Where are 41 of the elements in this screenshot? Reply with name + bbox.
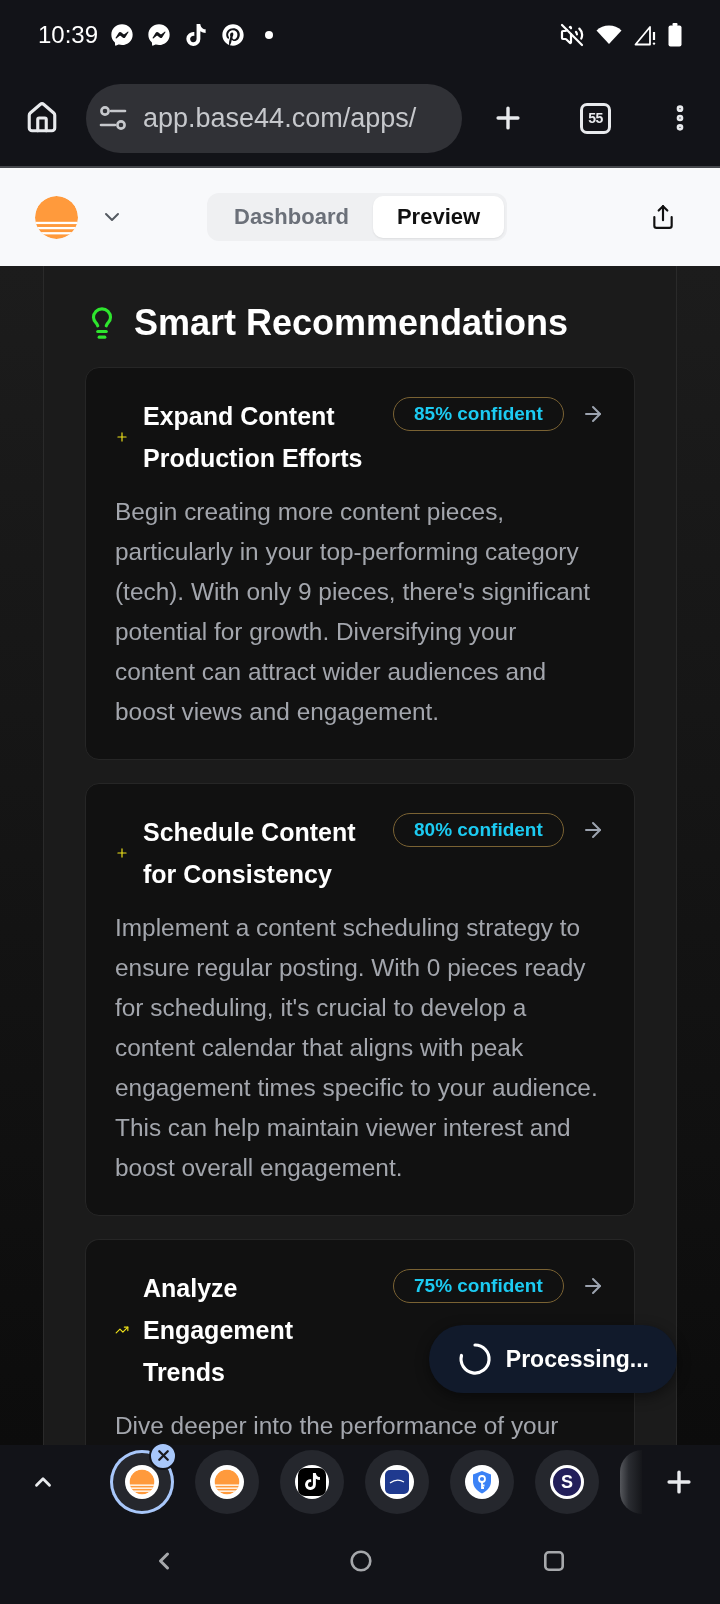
letter-logo: S [550, 1464, 584, 1499]
recommendation-title: Expand Content Production Efforts [143, 401, 364, 474]
address-bar[interactable]: app.base44.com/apps/ [86, 83, 462, 153]
battery-icon [668, 23, 682, 47]
chat-bubble-icon [148, 24, 171, 46]
recommendation-title: Schedule Content for Consistency [143, 817, 357, 890]
music-note-icon [295, 1464, 329, 1499]
pin-logo-icon [222, 24, 245, 46]
shield-key-icon [465, 1464, 499, 1499]
sunset-logo-icon [35, 195, 78, 239]
sunset-logo-icon [210, 1464, 244, 1499]
clock-time: 10:39 [38, 23, 99, 47]
tab-thumbnail[interactable] [110, 1449, 174, 1514]
view-tab[interactable]: Dashboard [210, 196, 373, 238]
section-title: Smart Recommendations [134, 301, 569, 345]
recommendation-description: Implement a content scheduling strategy to ensure regular posting. With 0 pieces ready for scheduling, it's crucial to develop a content calendar that aligns with peak engagement times specific to your audience. This can help maintain viewer interest and boost overall engagement. [115, 913, 599, 1183]
home-icon[interactable] [25, 101, 59, 135]
music-note-icon [185, 24, 208, 46]
plus-icon [115, 430, 129, 444]
recents-square-icon[interactable] [544, 1551, 564, 1571]
status-text: Processing... [505, 1345, 649, 1373]
share-icon[interactable] [650, 204, 676, 230]
tab-thumbnail[interactable]: S [535, 1449, 599, 1514]
wifi-icon [596, 25, 622, 45]
spinner-icon [457, 1342, 492, 1376]
signal-icon [634, 24, 656, 46]
dot-icon [265, 31, 274, 39]
mute-icon [560, 23, 584, 47]
sunset-logo-icon [125, 1464, 159, 1499]
recommendation-description: Begin creating more content pieces, particularly in your top-performing category (tech). With only 9 pieces, there's significant potential for growth. Diversifying your content can attract wider audiences and boost views and engagement. [115, 497, 592, 727]
url-text: app.base44.com/apps/ [143, 102, 417, 134]
tab-thumbnail[interactable] [620, 1449, 642, 1514]
home-circle-icon[interactable] [350, 1550, 372, 1572]
square-logo-icon [380, 1464, 414, 1499]
recommendation-title: Analyze Engagement Trends [143, 1273, 295, 1388]
view-tab[interactable]: Preview [372, 196, 505, 238]
plus-icon [115, 846, 129, 860]
tune-icon[interactable] [99, 105, 127, 131]
chat-bubble-icon [111, 24, 134, 46]
tab-count-button[interactable]: 55 [580, 102, 611, 134]
recommendation-description: Dive deeper into the performance of your [115, 1411, 560, 1441]
